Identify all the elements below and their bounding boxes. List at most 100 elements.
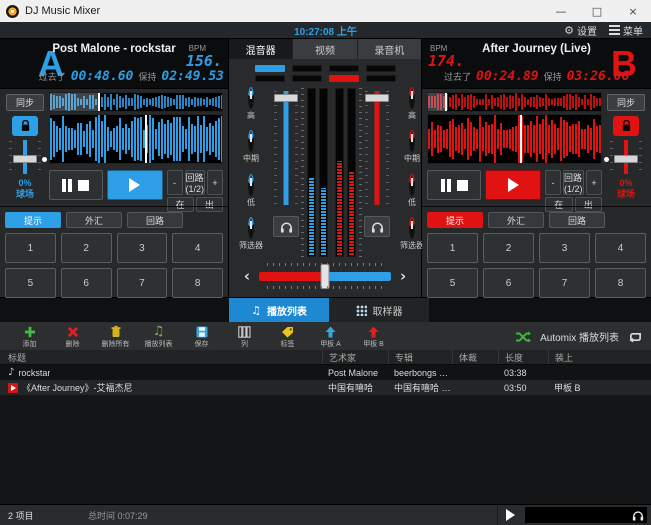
deck-a-overview-wave[interactable] [49,92,223,112]
column-length[interactable]: 长度 [498,350,548,364]
deck-b-pause-stop-button[interactable] [427,170,481,200]
elapsed-label: 过去了 [39,70,66,83]
deck-b-pad-4[interactable]: 4 [595,233,646,263]
deck-b-pad-8[interactable]: 8 [595,268,646,298]
deck-b-loop-plus-button[interactable]: + [586,170,602,195]
column-genre[interactable]: 体裁 [452,350,498,364]
deck-a-sync-button[interactable]: 同步 [6,94,44,111]
deck-b-low-knob[interactable] [411,175,413,194]
tags-button[interactable]: 标签 [266,325,309,349]
preview-strip [525,507,647,523]
deck-a-low-knob[interactable] [250,175,252,194]
deck-b-keylock-button[interactable] [613,116,639,136]
preview-play-button[interactable] [497,505,523,525]
deck-b-mid-knob[interactable] [411,131,413,150]
deck-b-play-button[interactable] [485,170,541,200]
deck-b-pad-1[interactable]: 1 [427,233,478,263]
deck-a-loop-size-button[interactable]: 回路 (1/2) [185,170,206,195]
deck-b-high-knob[interactable] [411,88,413,107]
table-row[interactable]: 《After Journey》-艾福杰尼 中国有嘻哈 中国有嘻哈 第.. 03:… [0,380,651,395]
column-title[interactable]: 标题 [0,350,322,364]
settings-button[interactable]: ⚙ 设置 [564,23,597,38]
deck-a-volume-fader[interactable] [271,89,301,207]
deck-a-pitch-handle[interactable] [13,155,37,163]
repeat-icon[interactable] [628,331,643,343]
deck-a-main-wave[interactable] [49,114,223,164]
deck-a-pad-6[interactable]: 6 [61,268,112,298]
crossfader-right-arrow[interactable]: › [400,267,406,285]
deck-b-main-wave[interactable] [427,114,602,164]
tab-sampler-label: 取样器 [373,303,403,318]
deck-a-headphone-button[interactable] [273,216,299,237]
deck-b-sync-button[interactable]: 同步 [607,94,645,111]
deck-a-pad-7[interactable]: 7 [117,268,168,298]
mid-label: 中期 [404,153,420,164]
deck-a-mid-knob[interactable] [250,131,252,150]
deck-b-remain: 03:26.06 [567,69,630,84]
deck-a-pause-stop-button[interactable] [49,170,103,200]
deck-b-pitch-slider[interactable] [604,139,648,175]
crossfader-left-arrow[interactable]: ‹ [244,267,250,285]
deck-a-pad-5[interactable]: 5 [5,268,56,298]
deck-a-volume-handle[interactable] [274,94,298,102]
automix-button[interactable]: Automix 播放列表 [540,329,619,344]
close-button[interactable]: × [615,0,651,22]
load-deck-a-button[interactable]: 甲板 A [309,325,352,349]
deck-b-overview-wave[interactable] [427,92,602,112]
deck-a-loop-plus-button[interactable]: + [207,170,223,195]
playlist-button[interactable]: ♫ 播放列表 [137,325,180,349]
table-row[interactable]: ♪ rockstar Post Malone beerbongs & b.. 0… [0,365,651,380]
tab-sampler[interactable]: 取样器 [329,298,429,322]
tab-mixer[interactable]: 混音器 [229,39,293,59]
deck-b-filter-knob[interactable] [411,218,413,237]
deck-a-pitch-slider[interactable] [3,139,47,175]
add-button[interactable]: 添加 [8,325,51,349]
column-loaded[interactable]: 装上 [548,350,651,364]
deck-a-filter-knob[interactable] [250,218,252,237]
deck-a-play-button[interactable] [107,170,163,200]
tab-video[interactable]: 视频 [293,39,357,59]
deck-b-loop-size-button[interactable]: 回路 (1/2) [563,170,584,195]
deck-b-tab-fx[interactable]: 外汇 [488,212,544,228]
delete-all-button[interactable]: 删除所有 [94,325,137,349]
deck-a-tab-loop[interactable]: 回路 [127,212,183,228]
save-button[interactable]: 保存 [180,325,223,349]
deck-b-pad-6[interactable]: 6 [483,268,534,298]
crossfader[interactable] [259,263,391,289]
deck-b-tab-cue[interactable]: 提示 [427,212,483,228]
delete-button[interactable]: 删除 [51,325,94,349]
deck-a-pad-1[interactable]: 1 [5,233,56,263]
deck-a-pad-4[interactable]: 4 [172,233,223,263]
deck-b-volume-fader[interactable] [362,89,392,207]
deck-b-pad-3[interactable]: 3 [539,233,590,263]
maximize-button[interactable]: □ [579,0,615,22]
playing-icon [8,383,18,393]
deck-b-volume-handle[interactable] [365,94,389,102]
menu-button[interactable]: 菜单 [609,23,643,38]
deck-b-pad-5[interactable]: 5 [427,268,478,298]
deck-a-high-knob[interactable] [250,88,252,107]
columns-button[interactable]: 列 [223,325,266,349]
deck-a-loop-minus-button[interactable]: - [167,170,183,195]
column-album[interactable]: 专辑 [388,350,452,364]
deck-b-headphone-button[interactable] [364,216,390,237]
settings-label: 设置 [577,23,597,38]
deck-b-pad-7[interactable]: 7 [539,268,590,298]
deck-a-keylock-button[interactable] [12,116,38,136]
deck-a-pad-2[interactable]: 2 [61,233,112,263]
tab-playlist[interactable]: ♫ 播放列表 [229,298,329,322]
deck-b-tab-loop[interactable]: 回路 [549,212,605,228]
load-deck-b-button[interactable]: 甲板 B [352,325,395,349]
deck-b-loop-minus-button[interactable]: - [545,170,561,195]
minimize-button[interactable]: — [543,0,579,22]
deck-a-controls: 同步 0% 球场 [0,89,228,201]
column-artist[interactable]: 艺术家 [322,350,388,364]
deck-a-tab-cue[interactable]: 提示 [5,212,61,228]
deck-a-pad-8[interactable]: 8 [172,268,223,298]
crossfader-handle[interactable] [321,264,330,289]
deck-a-tab-fx[interactable]: 外汇 [66,212,122,228]
deck-b-pitch-handle[interactable] [614,155,638,163]
tab-recorder[interactable]: 录音机 [358,39,421,59]
deck-a-pad-3[interactable]: 3 [117,233,168,263]
deck-b-pad-2[interactable]: 2 [483,233,534,263]
